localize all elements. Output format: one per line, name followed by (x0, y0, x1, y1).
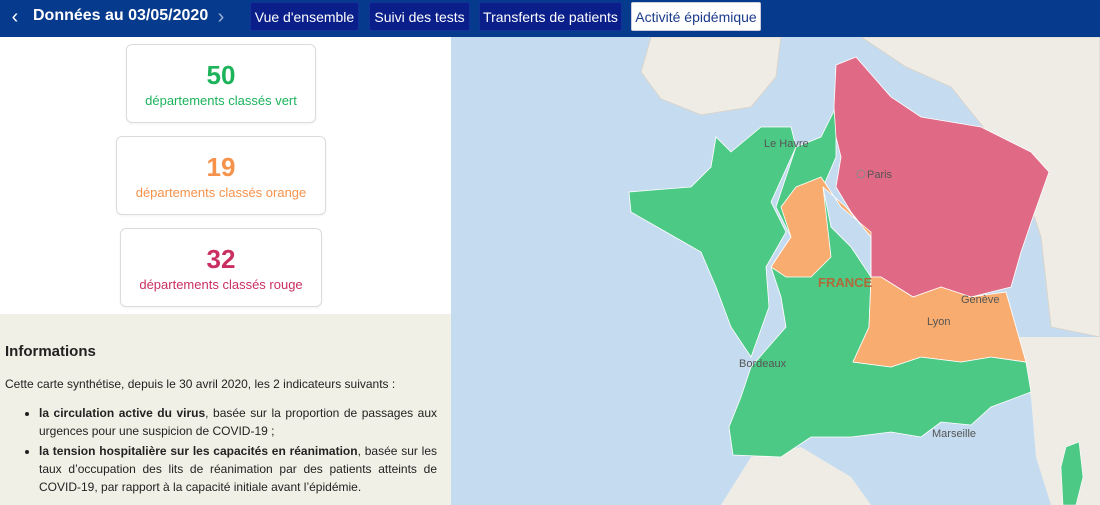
label-lyon: Lyon (927, 316, 950, 328)
top-bar: ‹ Données au 03/05/2020 › Vue d'ensemble… (0, 0, 1100, 37)
indicator-list: la circulation active du virus, basée su… (5, 404, 446, 496)
indicator-name: la tension hospitalière sur les capacité… (39, 444, 358, 458)
tab-vue-ensemble[interactable]: Vue d'ensemble (250, 2, 359, 31)
info-section: Informations Cette carte synthétise, dep… (0, 314, 451, 505)
chevron-right-icon[interactable]: › (212, 6, 230, 28)
indicator-name: la circulation active du virus (39, 406, 206, 420)
green-label: départements classés vert (145, 93, 297, 108)
label-bordeaux: Bordeaux (739, 358, 787, 370)
red-label: départements classés rouge (139, 277, 303, 292)
label-paris: Paris (867, 169, 893, 181)
orange-count: 19 (206, 152, 236, 182)
list-item: la tension hospitalière sur les capacité… (39, 442, 437, 496)
stat-card-orange: 19 départements classés orange (116, 136, 326, 215)
stat-card-red: 32 départements classés rouge (120, 228, 322, 307)
france-map[interactable]: Le Havre Paris FRANCE Genève Lyon Bordea… (451, 37, 1100, 505)
list-item: la circulation active du virus, basée su… (39, 404, 437, 440)
label-marseille: Marseille (932, 428, 976, 440)
info-title: Informations (5, 343, 96, 360)
tab-activite-epidemique[interactable]: Activité épidémique (631, 2, 761, 31)
stat-card-green: 50 départements classés vert (126, 44, 316, 123)
green-count: 50 (206, 60, 236, 90)
tab-transferts-patients[interactable]: Transferts de patients (479, 2, 622, 31)
label-geneve: Genève (961, 294, 1000, 306)
label-france: FRANCE (818, 275, 872, 290)
info-intro: Cette carte synthétise, depuis le 30 avr… (5, 377, 396, 391)
red-count: 32 (206, 244, 236, 274)
data-date-title: Données au 03/05/2020 (33, 7, 209, 24)
left-panel: 50 départements classés vert 19 départem… (0, 37, 451, 505)
chevron-left-icon[interactable]: ‹ (6, 6, 24, 28)
orange-label: départements classés orange (135, 185, 307, 200)
label-le-havre: Le Havre (764, 138, 809, 150)
tab-suivi-tests[interactable]: Suivi des tests (369, 2, 470, 31)
